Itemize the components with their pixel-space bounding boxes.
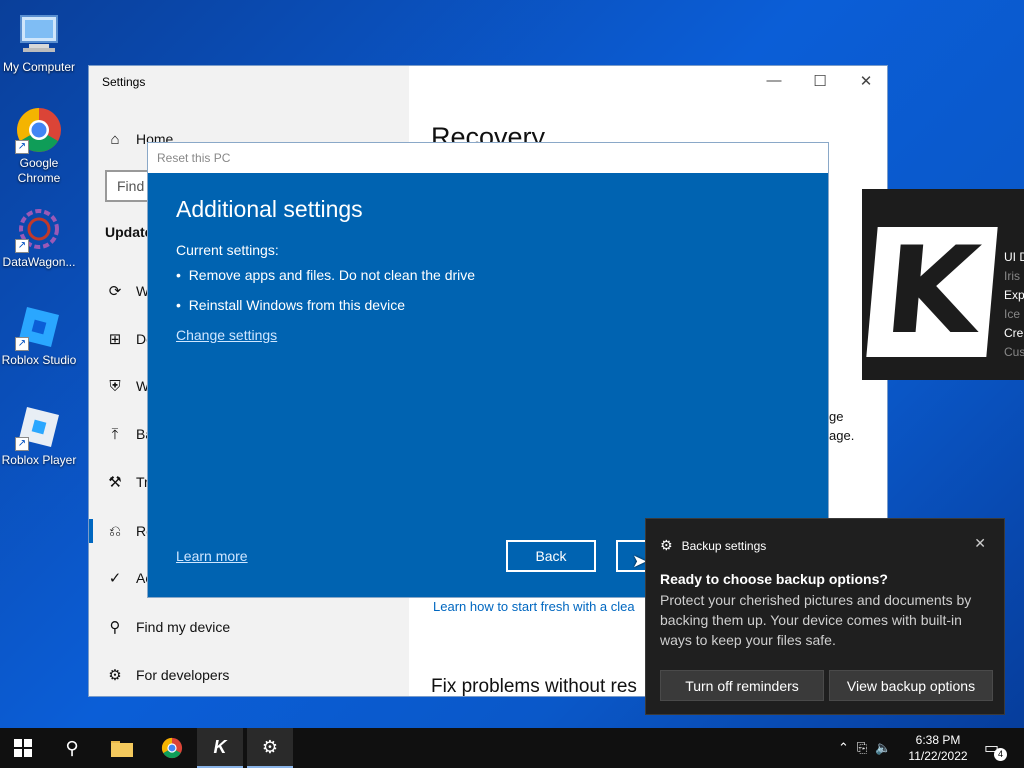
setting-bullet: • Reinstall Windows from this device <box>176 297 405 313</box>
start-fresh-link[interactable]: Learn how to start fresh with a clea <box>433 599 635 614</box>
overlay-text: Cus <box>1004 345 1024 359</box>
sidebar-item-activation[interactable]: ✓ Ac <box>105 566 153 590</box>
shortcut-arrow-icon: ↗ <box>15 337 29 351</box>
shield-icon: ⛨ <box>109 377 121 395</box>
start-button[interactable] <box>0 728 46 768</box>
backup-notification-toast[interactable]: ⚙ Backup settings ✕ Ready to choose back… <box>645 518 1005 715</box>
roblox-player-icon: ↗ <box>15 403 63 451</box>
search-icon: ⚲ <box>65 737 79 758</box>
sidebar-item-for-developers[interactable]: ⚙ For developers <box>105 663 229 687</box>
desktop-icon-google-chrome[interactable]: ↗ Google Chrome <box>0 106 78 186</box>
datawagon-icon: ↗ <box>15 205 63 253</box>
chevron-up-icon[interactable]: ⌃ <box>838 740 849 756</box>
notification-count-badge: 4 <box>994 748 1007 761</box>
sidebar-item-troubleshoot[interactable]: ⚒ Tr <box>105 470 148 494</box>
turn-off-reminders-button[interactable]: Turn off reminders <box>660 670 824 701</box>
taskbar-k-app[interactable]: K <box>197 728 243 768</box>
k-app-icon: K <box>213 736 227 757</box>
overlay-panel: K UI D Iris Exp Ice Cre Cus <box>862 189 1024 380</box>
taskbar: ⚲ K ⚙ ⌃ ⎘ 🔈 6:38 PM 11/22/2022 ▭ 4 <box>0 728 1024 768</box>
computer-icon <box>15 10 63 58</box>
sidebar-item-backup[interactable]: ⤒ Ba <box>105 422 153 446</box>
wrench-icon: ⚒ <box>108 474 122 491</box>
gear-icon: ⚙ <box>261 736 279 757</box>
current-settings-label: Current settings: <box>176 242 279 258</box>
system-tray: ⌃ ⎘ 🔈 <box>838 728 892 768</box>
taskbar-chrome[interactable] <box>149 728 195 768</box>
dialog-heading: Additional settings <box>176 196 363 222</box>
shortcut-arrow-icon: ↗ <box>15 437 29 451</box>
desktop-icon-label: My Computer <box>2 60 76 74</box>
roblox-studio-icon: ↗ <box>15 303 63 351</box>
search-button[interactable]: ⚲ <box>49 728 95 768</box>
network-icon[interactable]: ⎘ <box>857 740 867 756</box>
view-backup-options-button[interactable]: View backup options <box>829 670 993 701</box>
sidebar-item-label: Find my device <box>136 619 231 635</box>
taskbar-file-explorer[interactable] <box>99 728 145 768</box>
main-text-fragment: age. <box>829 428 855 443</box>
setting-bullet-text: Reinstall Windows from this device <box>188 297 405 313</box>
clock-time: 6:38 PM <box>915 733 961 747</box>
clock-date: 11/22/2022 <box>908 749 968 763</box>
taskbar-settings[interactable]: ⚙ <box>247 728 293 768</box>
active-indicator <box>89 519 93 543</box>
desktop-icon-datawagon[interactable]: ↗ DataWagon... <box>0 205 78 270</box>
desktop-icon-label: DataWagon... <box>2 255 76 269</box>
k-logo: K <box>866 222 998 361</box>
volume-icon[interactable]: 🔈 <box>875 740 891 756</box>
delivery-icon: ⊞ <box>108 331 122 348</box>
back-button[interactable]: Back <box>506 540 596 572</box>
sidebar-item-label: For developers <box>136 667 230 683</box>
toast-app-name: Backup settings <box>681 538 767 553</box>
sidebar-section-heading: Update <box>105 224 153 240</box>
desktop-icon-roblox-studio[interactable]: ↗ Roblox Studio <box>0 303 78 368</box>
overlay-text: Exp <box>1004 288 1024 302</box>
setting-bullet-text: Remove apps and files. Do not clean the … <box>188 267 476 283</box>
person-icon: ⚲ <box>109 619 121 636</box>
developer-icon: ⚙ <box>108 667 122 684</box>
sidebar-item-security[interactable]: ⛨ W <box>105 374 149 398</box>
gear-icon: ⚙ <box>660 537 673 553</box>
toast-header: ⚙ Backup settings <box>660 537 766 554</box>
recovery-icon: ⎌ <box>108 522 121 540</box>
folder-icon <box>111 741 133 757</box>
desktop-icon-label: Google Chrome <box>17 156 61 185</box>
sidebar-item-windows-update[interactable]: ⟳ W <box>105 279 150 303</box>
backup-icon: ⤒ <box>111 425 119 443</box>
desktop-icon-label: Roblox Studio <box>1 353 77 367</box>
section-heading: Fix problems without res <box>431 676 637 697</box>
change-settings-link[interactable]: Change settings <box>176 327 277 343</box>
minimize-button[interactable]: — <box>759 72 789 89</box>
desktop-icon-roblox-player[interactable]: ↗ Roblox Player <box>0 403 78 468</box>
learn-more-link[interactable]: Learn more <box>176 548 248 564</box>
close-icon[interactable]: ✕ <box>974 535 986 552</box>
sidebar-item-find-my-device[interactable]: ⚲ Find my device <box>105 615 231 639</box>
windows-icon <box>14 739 32 757</box>
overlay-text: Cre <box>1004 326 1024 340</box>
main-text-fragment: ge <box>829 409 844 424</box>
home-icon: ⌂ <box>110 130 120 148</box>
desktop-icon-label: Roblox Player <box>1 453 77 467</box>
search-placeholder: Find <box>117 178 145 194</box>
desktop-icon-my-computer[interactable]: My Computer <box>0 10 78 75</box>
overlay-text: UI D <box>1004 250 1024 264</box>
toast-body: Protect your cherished pictures and docu… <box>660 592 972 648</box>
shortcut-arrow-icon: ↗ <box>15 239 29 253</box>
sync-icon: ⟳ <box>108 283 122 300</box>
close-button[interactable]: ✕ <box>851 72 881 90</box>
taskbar-clock[interactable]: 6:38 PM 11/22/2022 <box>905 732 971 764</box>
check-circle-icon: ✓ <box>108 570 122 587</box>
overlay-text: Iris <box>1004 269 1020 283</box>
chrome-icon <box>161 737 183 759</box>
toast-title: Ready to choose backup options? <box>660 571 888 587</box>
window-title: Settings <box>102 75 146 89</box>
maximize-button[interactable]: ☐ <box>805 72 835 90</box>
overlay-text: Ice <box>1004 307 1021 321</box>
dialog-title-bar: Reset this PC <box>148 143 828 173</box>
chrome-icon: ↗ <box>15 106 63 154</box>
setting-bullet: • Remove apps and files. Do not clean th… <box>176 267 476 283</box>
shortcut-arrow-icon: ↗ <box>15 140 29 154</box>
